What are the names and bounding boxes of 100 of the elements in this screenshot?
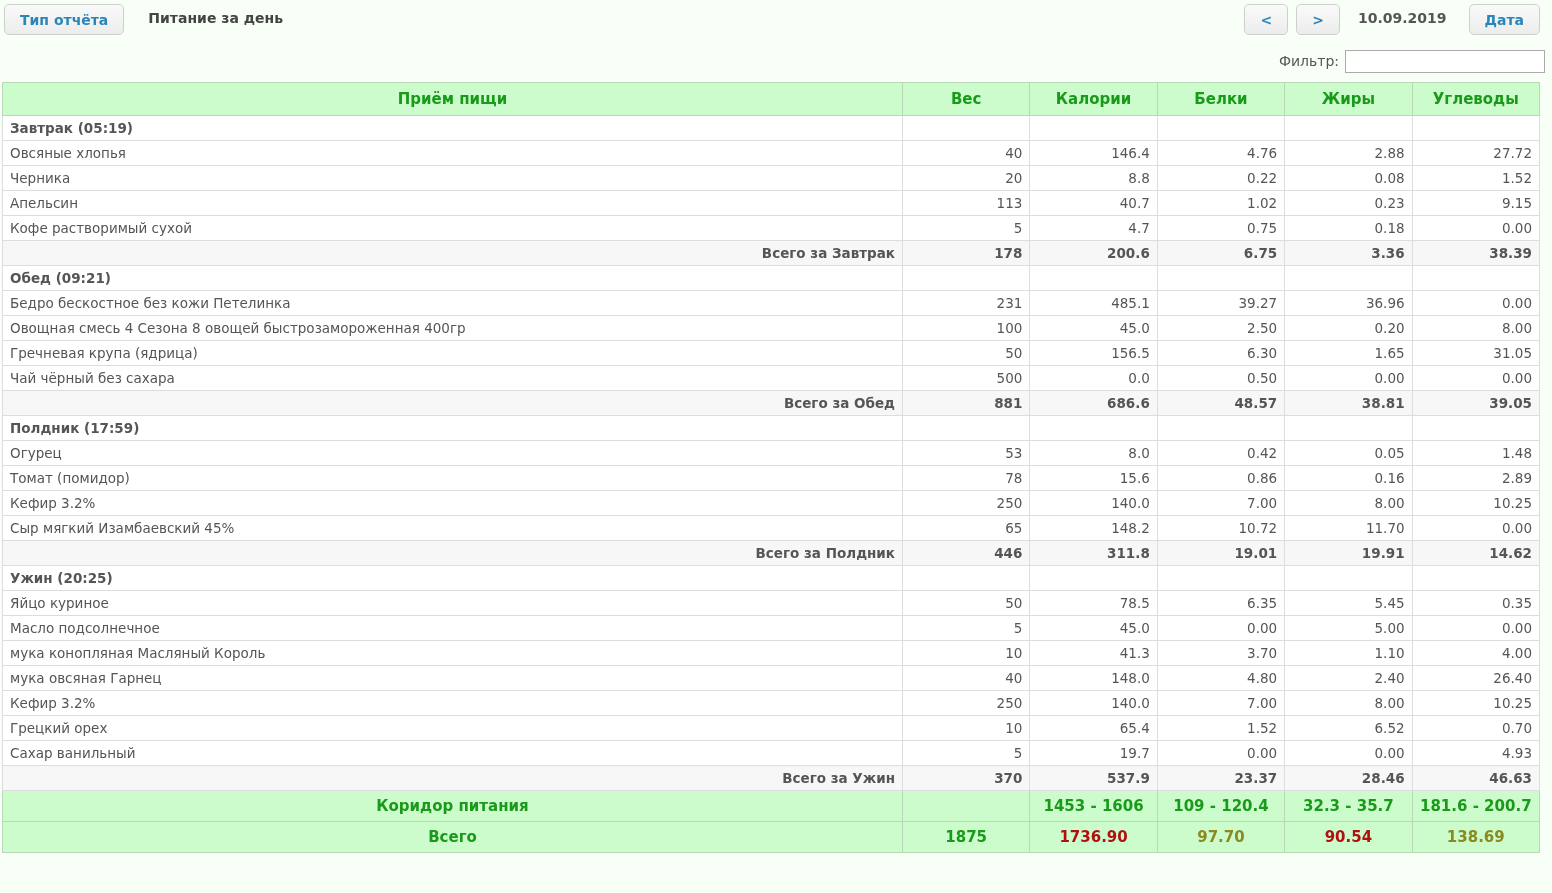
food-name-cell: Гречневая крупа (ядрица) — [2, 340, 903, 366]
value-cell: 0.35 — [1412, 590, 1540, 616]
food-name-cell: Овощная смесь 4 Сезона 8 овощей быстрозамороженная 400гр — [2, 315, 903, 341]
value-cell: 1.02 — [1157, 190, 1285, 216]
food-name-cell: мука овсяная Гарнец — [2, 665, 903, 691]
value-cell: 0.86 — [1157, 465, 1285, 491]
food-name-cell: Сыр мягкий Изамбаевский 45% — [2, 515, 903, 541]
value-cell: 53 — [902, 440, 1030, 466]
value-cell: 3.70 — [1157, 640, 1285, 666]
value-cell: 4.80 — [1157, 665, 1285, 691]
date-button[interactable]: Дата — [1468, 4, 1540, 35]
value-cell: 0.42 — [1157, 440, 1285, 466]
value-cell: 4.7 — [1029, 215, 1158, 241]
value-cell: 31.05 — [1412, 340, 1540, 366]
value-cell: 40 — [902, 665, 1030, 691]
value-cell: 2.88 — [1284, 140, 1413, 166]
filter-field[interactable] — [1345, 49, 1545, 73]
value-cell: 15.6 — [1029, 465, 1158, 491]
column-header: Калории — [1029, 82, 1158, 116]
meal-total-cell: 48.57 — [1157, 390, 1285, 416]
food-name-cell: Кефир 3.2% — [2, 490, 903, 516]
food-name-cell: Сахар ванильный — [2, 740, 903, 766]
value-cell: 156.5 — [1029, 340, 1158, 366]
meal-title: Завтрак (05:19) — [2, 115, 903, 141]
value-cell: 50 — [902, 590, 1030, 616]
value-cell: 0.00 — [1284, 740, 1413, 766]
grand-total-value: 1736.90 — [1029, 821, 1158, 853]
value-cell: 6.52 — [1284, 715, 1413, 741]
grand-total-value: 97.70 — [1157, 821, 1285, 853]
value-cell: 0.23 — [1284, 190, 1413, 216]
value-cell: 100 — [902, 315, 1030, 341]
value-cell: 19.7 — [1029, 740, 1158, 766]
value-cell: 10 — [902, 640, 1030, 666]
report-type-button[interactable]: Тип отчёта — [4, 4, 125, 35]
value-cell: 1.48 — [1412, 440, 1540, 466]
next-day-button[interactable]: > — [1296, 4, 1340, 35]
value-cell: 485.1 — [1029, 290, 1158, 316]
food-name-cell: Апельсин — [2, 190, 903, 216]
value-cell: 8.0 — [1029, 440, 1158, 466]
value-cell: 7.00 — [1157, 690, 1285, 716]
value-cell: 140.0 — [1029, 690, 1158, 716]
grand-total-value: 1875 — [902, 821, 1030, 853]
value-cell: 78 — [902, 465, 1030, 491]
value-cell: 2.89 — [1412, 465, 1540, 491]
meal-total-label: Всего за Полдник — [2, 540, 903, 566]
value-cell: 6.30 — [1157, 340, 1285, 366]
column-header: Приём пищи — [2, 82, 903, 116]
value-cell: 0.75 — [1157, 215, 1285, 241]
meal-total-cell: 38.81 — [1284, 390, 1413, 416]
value-cell: 0.00 — [1412, 215, 1540, 241]
grand-total-value: 90.54 — [1284, 821, 1413, 853]
food-name-cell: мука конопляная Масляный Король — [2, 640, 903, 666]
value-cell: 113 — [902, 190, 1030, 216]
meal-title: Обед (09:21) — [2, 265, 903, 291]
value-cell: 10.72 — [1157, 515, 1285, 541]
value-cell: 27.72 — [1412, 140, 1540, 166]
value-cell: 65 — [902, 515, 1030, 541]
value-cell: 20 — [902, 165, 1030, 191]
value-cell: 36.96 — [1284, 290, 1413, 316]
food-name-cell: Томат (помидор) — [2, 465, 903, 491]
value-cell: 5.00 — [1284, 615, 1413, 641]
value-cell: 148.2 — [1029, 515, 1158, 541]
meal-total-cell: 311.8 — [1029, 540, 1158, 566]
value-cell: 2.50 — [1157, 315, 1285, 341]
grand-total-value: 138.69 — [1412, 821, 1540, 853]
food-name-cell: Масло подсолнечное — [2, 615, 903, 641]
value-cell: 0.70 — [1412, 715, 1540, 741]
value-cell: 45.0 — [1029, 615, 1158, 641]
food-name-cell: Огурец — [2, 440, 903, 466]
value-cell: 8.00 — [1412, 315, 1540, 341]
column-header: Вес — [902, 82, 1030, 116]
value-cell: 146.4 — [1029, 140, 1158, 166]
value-cell: 39.27 — [1157, 290, 1285, 316]
meal-total-cell: 686.6 — [1029, 390, 1158, 416]
value-cell: 0.00 — [1412, 615, 1540, 641]
value-cell: 4.93 — [1412, 740, 1540, 766]
value-cell: 9.15 — [1412, 190, 1540, 216]
previous-day-button[interactable]: < — [1244, 4, 1289, 35]
value-cell: 0.05 — [1284, 440, 1413, 466]
meal-title: Ужин (20:25) — [2, 565, 903, 591]
value-cell: 78.5 — [1029, 590, 1158, 616]
meal-total-cell: 19.91 — [1284, 540, 1413, 566]
food-name-cell: Черника — [2, 165, 903, 191]
value-cell: 4.00 — [1412, 640, 1540, 666]
value-cell: 5 — [902, 740, 1030, 766]
value-cell: 50 — [902, 340, 1030, 366]
value-cell: 10.25 — [1412, 490, 1540, 516]
column-header: Углеводы — [1412, 82, 1540, 116]
column-header: Жиры — [1284, 82, 1413, 116]
meal-total-cell: 3.36 — [1284, 240, 1413, 266]
corridor-value: 32.3 - 35.7 — [1284, 790, 1413, 822]
value-cell: 8.00 — [1284, 490, 1413, 516]
value-cell: 0.00 — [1284, 365, 1413, 391]
value-cell: 2.40 — [1284, 665, 1413, 691]
value-cell: 0.00 — [1157, 615, 1285, 641]
meal-total-cell: 28.46 — [1284, 765, 1413, 791]
value-cell: 148.0 — [1029, 665, 1158, 691]
corridor-value: 1453 - 1606 — [1029, 790, 1158, 822]
value-cell: 8.00 — [1284, 690, 1413, 716]
value-cell: 5 — [902, 615, 1030, 641]
